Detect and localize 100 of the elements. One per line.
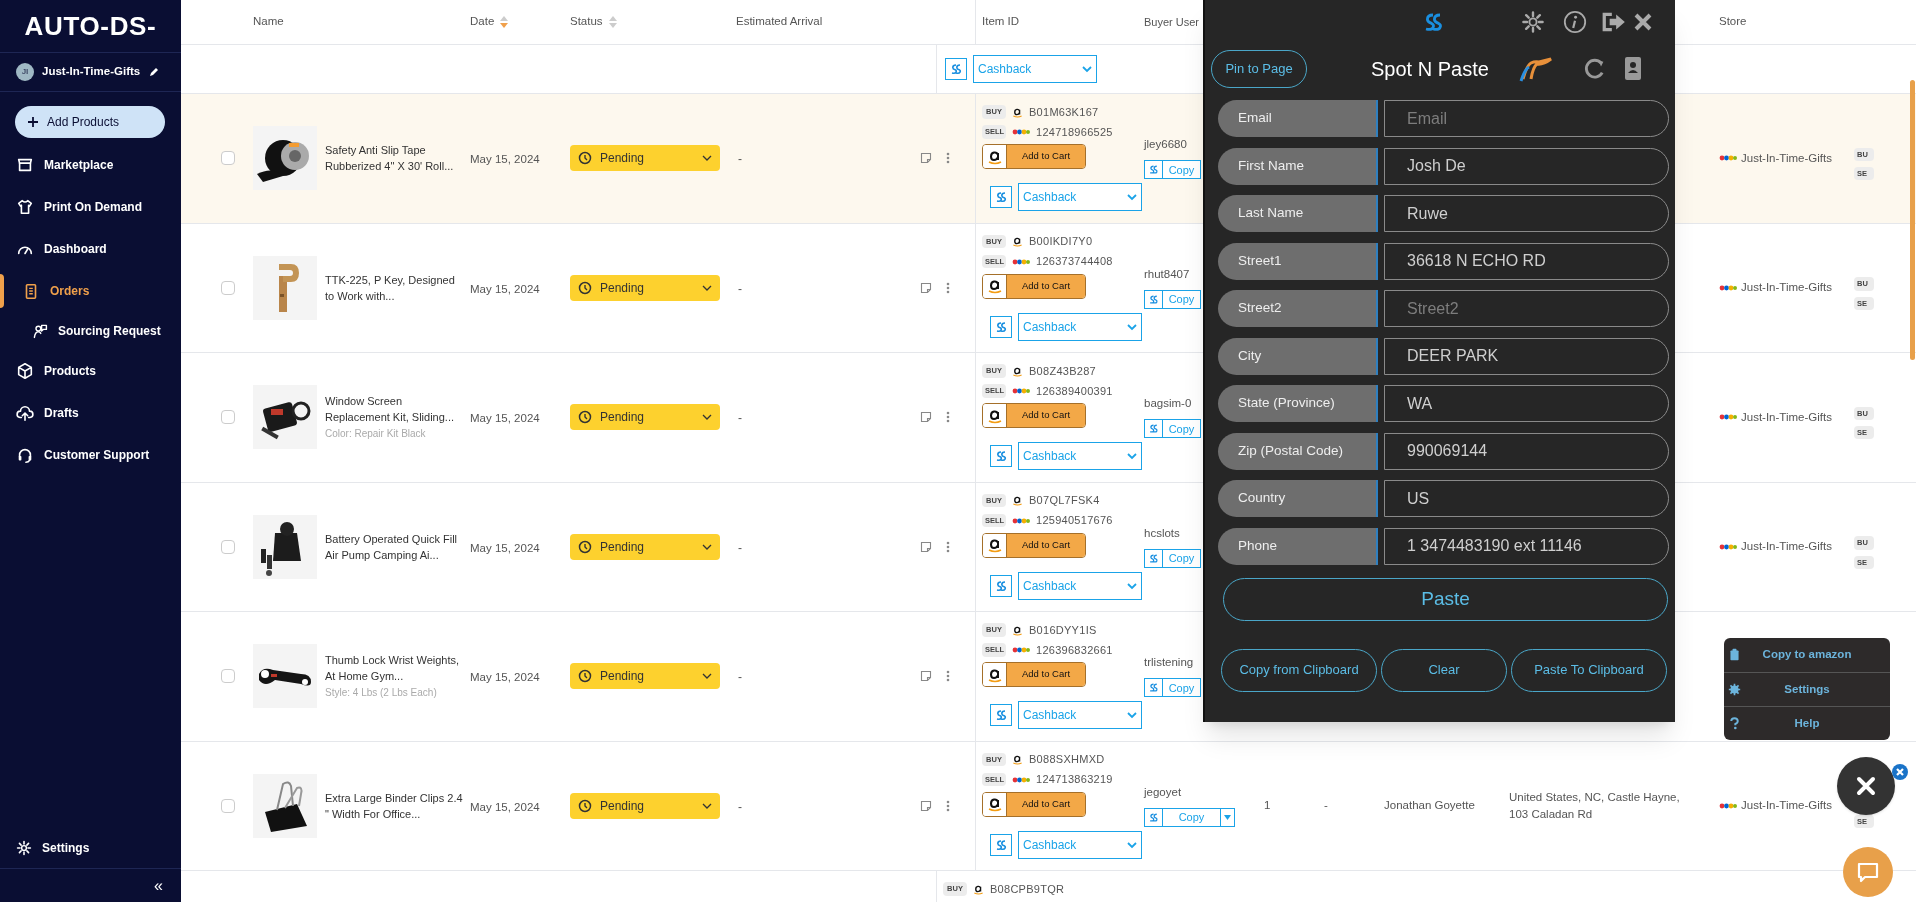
status-dropdown[interactable]: Pending bbox=[570, 663, 720, 690]
close-badge-icon[interactable] bbox=[1892, 764, 1908, 780]
nav-item[interactable]: Orders bbox=[0, 270, 181, 312]
exit-icon[interactable] bbox=[1601, 11, 1627, 33]
input-field[interactable]: US bbox=[1384, 480, 1669, 517]
menu-item[interactable]: Settings bbox=[1724, 672, 1890, 706]
product-name[interactable]: Extra Large Binder Clips 2.4 " Width For Office... bbox=[325, 789, 466, 822]
note-icon[interactable] bbox=[920, 411, 932, 424]
info-icon[interactable] bbox=[1563, 10, 1587, 34]
checkbox[interactable] bbox=[221, 410, 235, 425]
sort-icon[interactable] bbox=[500, 16, 509, 28]
settings-icon[interactable] bbox=[1521, 10, 1545, 34]
order-date: May 15, 2024 bbox=[470, 541, 540, 554]
input-field[interactable]: Ruwe bbox=[1384, 195, 1669, 232]
nav-item[interactable]: Products bbox=[0, 350, 181, 392]
column-header[interactable]: Name bbox=[253, 13, 284, 31]
menu-item[interactable]: Copy to amazon bbox=[1724, 638, 1890, 672]
status-dropdown[interactable]: Pending bbox=[570, 145, 720, 172]
product-name[interactable]: TTK-225, P Key, Designed to Work with... bbox=[325, 271, 466, 304]
add-products-button[interactable]: Add Products bbox=[15, 106, 165, 138]
spot-n-paste-button[interactable] bbox=[1144, 678, 1163, 698]
order-date: May 15, 2024 bbox=[470, 153, 540, 166]
status-dropdown[interactable]: Pending bbox=[570, 533, 720, 560]
nav-item[interactable]: Dashboard bbox=[0, 228, 181, 270]
input-field[interactable]: DEER PARK bbox=[1384, 337, 1669, 375]
input-field[interactable]: Street2 bbox=[1384, 290, 1669, 327]
spot-n-paste-button[interactable] bbox=[990, 445, 1012, 467]
collapse-button[interactable]: « bbox=[154, 873, 163, 898]
checkbox[interactable] bbox=[221, 539, 235, 554]
spot-n-paste-button[interactable] bbox=[945, 58, 967, 80]
product-name[interactable]: Safety Anti Slip Tape Rubberized 4" X 30' Roll... bbox=[325, 142, 466, 175]
input-field[interactable]: 36618 N ECHO RD bbox=[1384, 242, 1669, 280]
checkbox[interactable] bbox=[221, 280, 235, 295]
add-to-cart-button[interactable]: Add to Cart bbox=[982, 144, 1086, 169]
more-icon[interactable] bbox=[946, 670, 950, 683]
status-dropdown[interactable]: Pending bbox=[570, 404, 720, 431]
input-field[interactable]: WA bbox=[1384, 385, 1669, 422]
status-dropdown[interactable]: Pending bbox=[570, 792, 720, 819]
input-field[interactable]: 990069144 bbox=[1384, 432, 1669, 470]
spot-n-paste-button[interactable] bbox=[1144, 289, 1163, 309]
column-header[interactable]: Estimated Arrival bbox=[736, 13, 823, 31]
product-name[interactable]: Battery Operated Quick Fill Air Pump Camping Ai... bbox=[325, 530, 466, 563]
contact-book-icon[interactable] bbox=[1622, 56, 1643, 82]
amazon-icon bbox=[1012, 365, 1023, 377]
nav-item[interactable]: Customer Support bbox=[0, 434, 181, 476]
checkbox[interactable] bbox=[221, 151, 235, 166]
column-header[interactable]: Buyer User bbox=[1144, 13, 1200, 31]
pencil-icon[interactable] bbox=[148, 66, 161, 78]
spot-n-paste-button[interactable] bbox=[990, 574, 1012, 597]
chevron-down-icon bbox=[1127, 193, 1137, 201]
nav-item[interactable]: Marketplace bbox=[0, 144, 181, 186]
add-to-cart-button[interactable]: Add to Cart bbox=[982, 532, 1086, 558]
close-icon[interactable] bbox=[1633, 12, 1653, 32]
spot-n-paste-button[interactable] bbox=[990, 315, 1012, 338]
swirl-logo-icon bbox=[1147, 681, 1160, 695]
column-header[interactable]: Date bbox=[470, 13, 495, 31]
spot-n-paste-button[interactable] bbox=[1144, 548, 1163, 568]
swirl-logo-icon bbox=[1147, 422, 1160, 436]
spot-n-paste-button[interactable] bbox=[990, 833, 1012, 856]
scrollbar[interactable] bbox=[1910, 80, 1915, 360]
more-icon[interactable] bbox=[946, 411, 950, 424]
note-icon[interactable] bbox=[920, 152, 932, 165]
spot-n-paste-button[interactable] bbox=[1144, 807, 1163, 827]
add-to-cart-button[interactable]: Add to Cart bbox=[982, 403, 1086, 428]
store-avatar: JI bbox=[16, 63, 34, 81]
input-field[interactable]: Email bbox=[1384, 100, 1669, 137]
product-name[interactable]: Thumb Lock Wrist Weights, At Home Gym... bbox=[325, 652, 466, 685]
more-icon[interactable] bbox=[946, 540, 950, 553]
note-icon[interactable] bbox=[920, 670, 932, 683]
nav-subitem[interactable]: Sourcing Request bbox=[0, 312, 181, 350]
column-header[interactable]: Item ID bbox=[982, 13, 1020, 31]
status-dropdown[interactable]: Pending bbox=[570, 274, 720, 301]
note-icon[interactable] bbox=[920, 281, 932, 294]
spot-n-paste-button[interactable] bbox=[1144, 419, 1163, 439]
menu-item[interactable]: Help bbox=[1724, 706, 1890, 740]
field-label: City bbox=[1218, 337, 1378, 375]
more-icon[interactable] bbox=[946, 152, 950, 165]
note-icon[interactable] bbox=[920, 540, 932, 553]
settings-link[interactable]: Settings bbox=[0, 828, 181, 868]
input-field[interactable]: 1 3474483190 ext 11146 bbox=[1384, 527, 1669, 565]
add-to-cart-button[interactable]: Add to Cart bbox=[982, 273, 1086, 299]
input-field[interactable]: Josh De bbox=[1384, 147, 1669, 185]
spot-n-paste-button[interactable] bbox=[990, 704, 1012, 726]
copy-menu-button[interactable] bbox=[1221, 807, 1235, 827]
spot-n-paste-button[interactable] bbox=[990, 186, 1012, 208]
chat-button[interactable] bbox=[1843, 847, 1893, 897]
column-header[interactable]: Status bbox=[570, 13, 603, 31]
spot-n-paste-button[interactable] bbox=[1144, 160, 1163, 180]
note-icon[interactable] bbox=[920, 799, 932, 812]
more-icon[interactable] bbox=[946, 281, 950, 294]
nav-item[interactable]: Drafts bbox=[0, 392, 181, 434]
more-icon[interactable] bbox=[946, 799, 950, 812]
checkbox[interactable] bbox=[221, 798, 235, 813]
product-name[interactable]: Window Screen Replacement Kit, Sliding... bbox=[325, 393, 466, 426]
nav-item[interactable]: Print On Demand bbox=[0, 186, 181, 228]
checkbox[interactable] bbox=[221, 669, 235, 684]
add-to-cart-button[interactable]: Add to Cart bbox=[982, 662, 1086, 687]
add-to-cart-button[interactable]: Add to Cart bbox=[982, 791, 1086, 817]
person-chat-icon bbox=[32, 323, 48, 339]
column-header[interactable]: Store bbox=[1719, 13, 1747, 31]
